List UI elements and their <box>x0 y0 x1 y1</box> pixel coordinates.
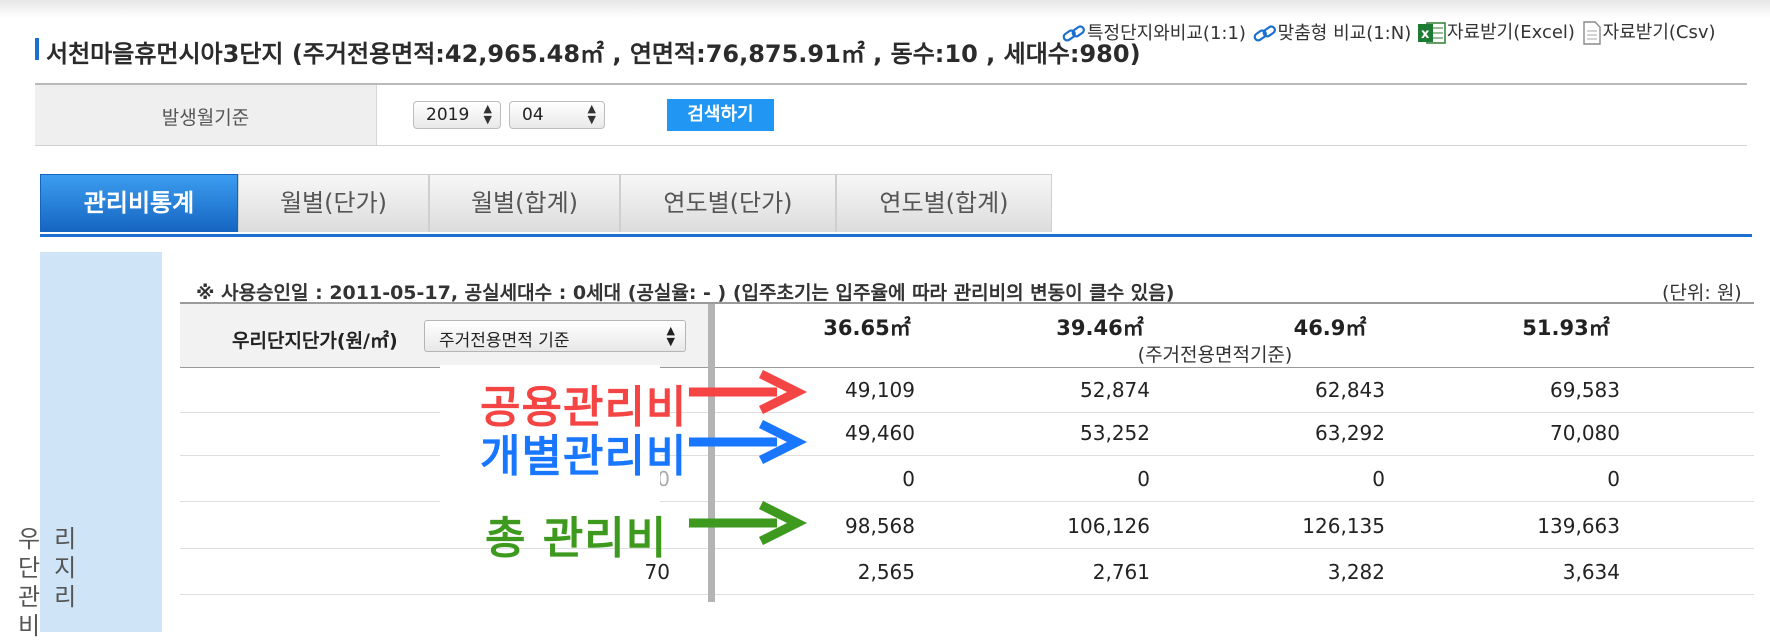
excel-download-link[interactable]: x 자료받기(Excel) <box>1417 18 1575 45</box>
compare-one-label: 특정단지와비교(1:1) <box>1087 22 1246 44</box>
excel-label: 자료받기(Excel) <box>1446 22 1575 43</box>
column-header: 51.93㎡ <box>1522 316 1610 340</box>
unit-price-label: 우리단지단가(원/㎡) <box>232 330 398 352</box>
compare-many-label: 맞춤형 비교(1:N) <box>1277 22 1412 44</box>
filter-label: 발생월기준 <box>161 107 250 129</box>
fee-table: 우리단지단가(원/㎡) 주거전용면적 기준 ▲ ▼ 36.65㎡ 39.46㎡ 4… <box>180 302 1754 602</box>
table-head-left: 우리단지단가(원/㎡) 주거전용면적 기준 ▲ ▼ <box>180 304 708 367</box>
page-title: 서천마을휴먼시아3단지 (주거전용면적:42,965.48㎡ , 연면적:76,… <box>46 40 1141 68</box>
column-header: 36.65㎡ <box>823 316 911 340</box>
month-select[interactable]: 04 ▲ ▼ <box>509 101 605 129</box>
table-row: 70 2,565 2,761 3,282 3,634 <box>180 550 1754 595</box>
excel-icon: x <box>1417 22 1446 44</box>
area-basis-value: 주거전용면적 기준 <box>439 331 570 351</box>
table-cell: 63,292 <box>1315 421 1385 445</box>
filter-label-cell: 발생월기준 <box>35 85 377 145</box>
table-row: 0 0 0 0 0 <box>180 457 1754 502</box>
tab-monthly-total[interactable]: 월별(합계) <box>429 174 620 232</box>
tab-tools: 특정단지와비교(1:1) 맞춤형 비교(1:N) x 자료받기(Excel) 자… <box>1061 18 1716 45</box>
table-cell: 106,126 <box>1067 514 1150 538</box>
table-cell: 62,843 <box>1315 378 1385 402</box>
table-cell: 3,634 <box>1562 560 1620 584</box>
notice-text: ※ 사용승인일 : 2011-05-17, 공실세대수 : 0세대 (공실율: … <box>196 282 1175 304</box>
table-row: 49,460 53,252 63,292 70,080 <box>180 411 1754 456</box>
table-row: 98,568 106,126 126,135 139,663 <box>180 504 1754 549</box>
table-cell: 70,080 <box>1550 421 1620 445</box>
tab-yearly-total[interactable]: 연도별(합계) <box>836 174 1052 232</box>
year-select[interactable]: 2019 ▲ ▼ <box>413 101 501 129</box>
table-cell: 126,135 <box>1302 514 1385 538</box>
table-cell: 53,252 <box>1080 421 1150 445</box>
area-basis-select[interactable]: 주거전용면적 기준 ▲ ▼ <box>424 320 686 352</box>
table-cell: 52,874 <box>1080 378 1150 402</box>
compare-one-link[interactable]: 특정단지와비교(1:1) <box>1061 19 1246 45</box>
table-cell: 69,583 <box>1550 378 1620 402</box>
arrow-right-icon <box>689 370 808 414</box>
table-cell: 0 <box>1137 467 1150 491</box>
total-fee-annotation: 총 관리비 <box>485 513 668 564</box>
select-arrows-icon: ▲ ▼ <box>587 102 596 126</box>
unit-text: (단위: 원) <box>1662 282 1742 304</box>
top-shadow <box>0 0 1770 18</box>
table-cell: 2,761 <box>1092 560 1150 584</box>
table-cell: 0 <box>1607 467 1620 491</box>
year-value: 2019 <box>426 105 470 125</box>
search-button[interactable]: 검색하기 <box>667 99 774 131</box>
document-icon <box>1582 21 1601 45</box>
individual-fee-annotation: 개별관리비 <box>480 431 688 482</box>
arrow-right-icon <box>689 501 808 545</box>
svg-text:x: x <box>1421 27 1430 42</box>
table-cell: 0 <box>902 467 915 491</box>
title-accent-bar <box>35 38 39 60</box>
column-header: 39.46㎡ <box>1056 316 1144 340</box>
table-cell: 139,663 <box>1537 514 1620 538</box>
table-cell: 3,282 <box>1327 560 1385 584</box>
link-icon <box>1062 24 1085 41</box>
csv-download-link[interactable]: 자료받기(Csv) <box>1581 18 1716 45</box>
tab-bar: 관리비통계 월별(단가) 월별(합계) 연도별(단가) 연도별(합계) <box>40 174 1752 237</box>
table-cell: 2,565 <box>857 560 915 584</box>
table-row: 49,109 52,874 62,843 69,583 <box>180 368 1754 413</box>
compare-many-link[interactable]: 맞춤형 비교(1:N) <box>1252 19 1412 45</box>
csv-label: 자료받기(Csv) <box>1602 22 1716 43</box>
column-subheader: (주거전용면적기준) <box>1137 344 1293 366</box>
filter-row: 발생월기준 2019 ▲ ▼ 04 ▲ ▼ 검색하기 <box>35 83 1747 146</box>
side-label: 우리단지관리비 <box>18 525 91 640</box>
arrow-right-icon <box>689 420 808 464</box>
link-icon <box>1253 24 1276 41</box>
tab-yearly-unit[interactable]: 연도별(단가) <box>620 174 836 232</box>
column-header: 46.9㎡ <box>1293 316 1367 340</box>
tab-management-stats[interactable]: 관리비통계 <box>40 174 238 232</box>
select-arrows-icon: ▲ ▼ <box>666 324 675 348</box>
select-arrows-icon: ▲ ▼ <box>483 102 492 126</box>
table-cell: 0 <box>1372 467 1385 491</box>
month-value: 04 <box>522 105 544 125</box>
tab-monthly-unit[interactable]: 월별(단가) <box>238 174 429 232</box>
